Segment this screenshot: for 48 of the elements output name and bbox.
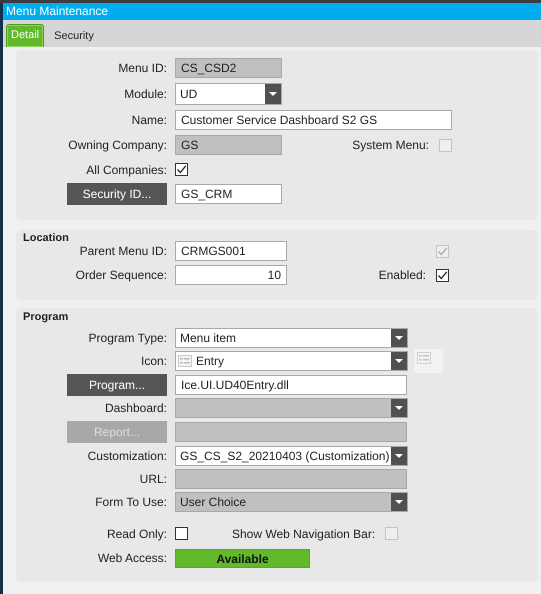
checkbox[interactable] <box>175 163 188 176</box>
field-label: Enabled: <box>378 268 426 282</box>
input-field[interactable]: Customer Service Dashboard S2 GS <box>175 110 452 130</box>
input-field[interactable]: CRMGS001 <box>175 241 287 261</box>
dropdown[interactable]: Menu item <box>175 328 408 348</box>
field-label: Program Type: <box>88 331 167 345</box>
section-title: Program <box>22 311 70 324</box>
field-label: Show Web Navigation Bar: <box>232 526 376 540</box>
field-label: All Companies: <box>86 162 167 176</box>
action-button[interactable]: Security ID... <box>67 183 167 205</box>
dropdown-value: User Choice <box>179 495 248 509</box>
field-label: Order Sequence: <box>76 268 167 282</box>
status-badge: Available <box>175 548 310 568</box>
dropdown-value: Entry <box>195 354 226 368</box>
dropdown-value: UD <box>179 87 198 101</box>
field-label: Form To Use: <box>95 495 167 509</box>
checkbox[interactable] <box>175 527 188 540</box>
field-label: Icon: <box>140 354 167 368</box>
field-label: Name: <box>132 113 167 127</box>
field-label: System Menu: <box>352 138 429 152</box>
field-label: Module: <box>124 87 167 101</box>
field-label: Parent Menu ID: <box>80 244 167 258</box>
field-label: Web Access: <box>98 551 167 565</box>
field-label: Owning Company: <box>68 138 167 152</box>
input-field: GS <box>175 135 282 155</box>
input-field: CS_CSD2 <box>175 58 282 78</box>
field-label: Read Only: <box>106 526 167 540</box>
entry-form-icon <box>178 355 192 367</box>
field-label: Dashboard: <box>104 401 167 415</box>
action-button[interactable]: Program... <box>67 374 167 396</box>
tab[interactable]: Security <box>46 26 102 47</box>
input-field[interactable]: Ice.UI.UD40Entry.dll <box>175 374 407 394</box>
dropdown[interactable]: Entry <box>175 351 408 371</box>
dropdown[interactable]: User Choice <box>175 492 408 512</box>
field-label: Customization: <box>88 449 167 463</box>
input-field[interactable]: GS_CRM <box>175 184 282 204</box>
checkbox[interactable] <box>436 268 449 282</box>
dropdown[interactable] <box>175 398 408 418</box>
entry-form-icon <box>417 352 431 364</box>
dropdown-value: GS_CS_S2_20210403 (Customization) <box>179 449 390 463</box>
section-title: Location <box>22 232 70 245</box>
dropdown-value: Menu item <box>179 331 238 345</box>
input-field[interactable]: 10 <box>175 265 287 285</box>
window-title: Menu Maintenance <box>3 3 541 20</box>
dropdown[interactable]: GS_CS_S2_20210403 (Customization) <box>175 446 408 466</box>
field-label: Menu ID: <box>118 61 167 75</box>
field-label: URL: <box>140 472 167 486</box>
dropdown[interactable]: UD <box>175 83 282 105</box>
